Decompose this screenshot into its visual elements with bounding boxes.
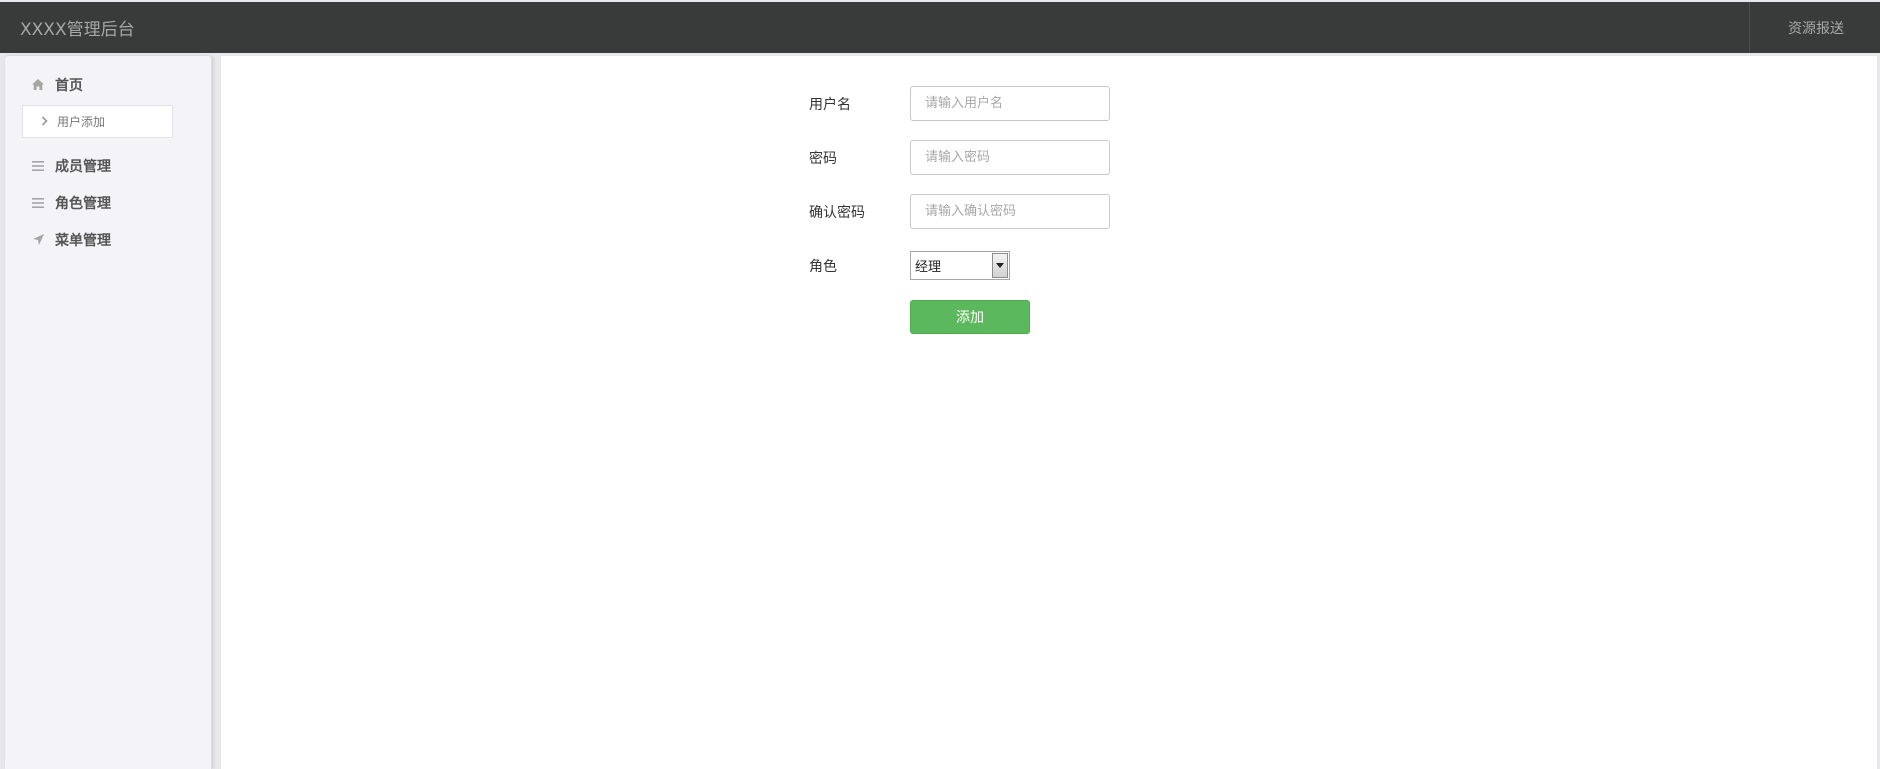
sidebar-item-label: 角色管理 [55, 195, 111, 212]
sidebar-item-label: 成员管理 [55, 158, 111, 175]
sidebar-item-home[interactable]: 首页 [5, 66, 211, 103]
form-row-confirm-password: 确认密码 [809, 194, 1110, 229]
username-label: 用户名 [809, 96, 851, 113]
list-icon [30, 158, 46, 174]
list-icon [30, 195, 46, 211]
confirm-password-input[interactable] [910, 194, 1110, 229]
main-content: 用户名 密码 确认密码 角色 经理 添加 [221, 56, 1877, 769]
password-label: 密码 [809, 150, 837, 167]
top-navbar: XXXX管理后台 资源报送 [0, 2, 1880, 53]
dropdown-arrow-icon[interactable] [992, 253, 1008, 278]
sidebar-item-member-management[interactable]: 成员管理 [5, 147, 211, 184]
sidebar-item-label: 首页 [55, 77, 83, 94]
role-select[interactable]: 经理 [910, 251, 1010, 280]
sidebar: 首页 用户添加 成员管理 角色管理 菜单管理 [5, 56, 212, 769]
confirm-password-label: 确认密码 [809, 204, 865, 221]
username-input[interactable] [910, 86, 1110, 121]
form-actions: 添加 [809, 300, 1110, 334]
sidebar-subitem-user-add[interactable]: 用户添加 [22, 105, 173, 138]
role-label: 角色 [809, 258, 837, 275]
resource-report-link[interactable]: 资源报送 [1749, 2, 1880, 53]
sidebar-item-role-management[interactable]: 角色管理 [5, 184, 211, 221]
resource-report-label: 资源报送 [1788, 20, 1844, 37]
form-row-password: 密码 [809, 140, 1110, 175]
form-row-role: 角色 经理 [809, 248, 1110, 283]
role-select-value: 经理 [915, 260, 942, 275]
sidebar-subitem-label: 用户添加 [57, 115, 106, 129]
sidebar-item-label: 菜单管理 [55, 232, 111, 249]
app-title[interactable]: XXXX管理后台 [0, 15, 135, 40]
user-add-form: 用户名 密码 确认密码 角色 经理 添加 [809, 86, 1110, 334]
chevron-right-icon [41, 115, 48, 129]
form-row-username: 用户名 [809, 86, 1110, 121]
password-input[interactable] [910, 140, 1110, 175]
home-icon [30, 77, 46, 93]
add-button[interactable]: 添加 [910, 300, 1030, 334]
location-arrow-icon [30, 232, 46, 248]
sidebar-item-menu-management[interactable]: 菜单管理 [5, 221, 211, 258]
